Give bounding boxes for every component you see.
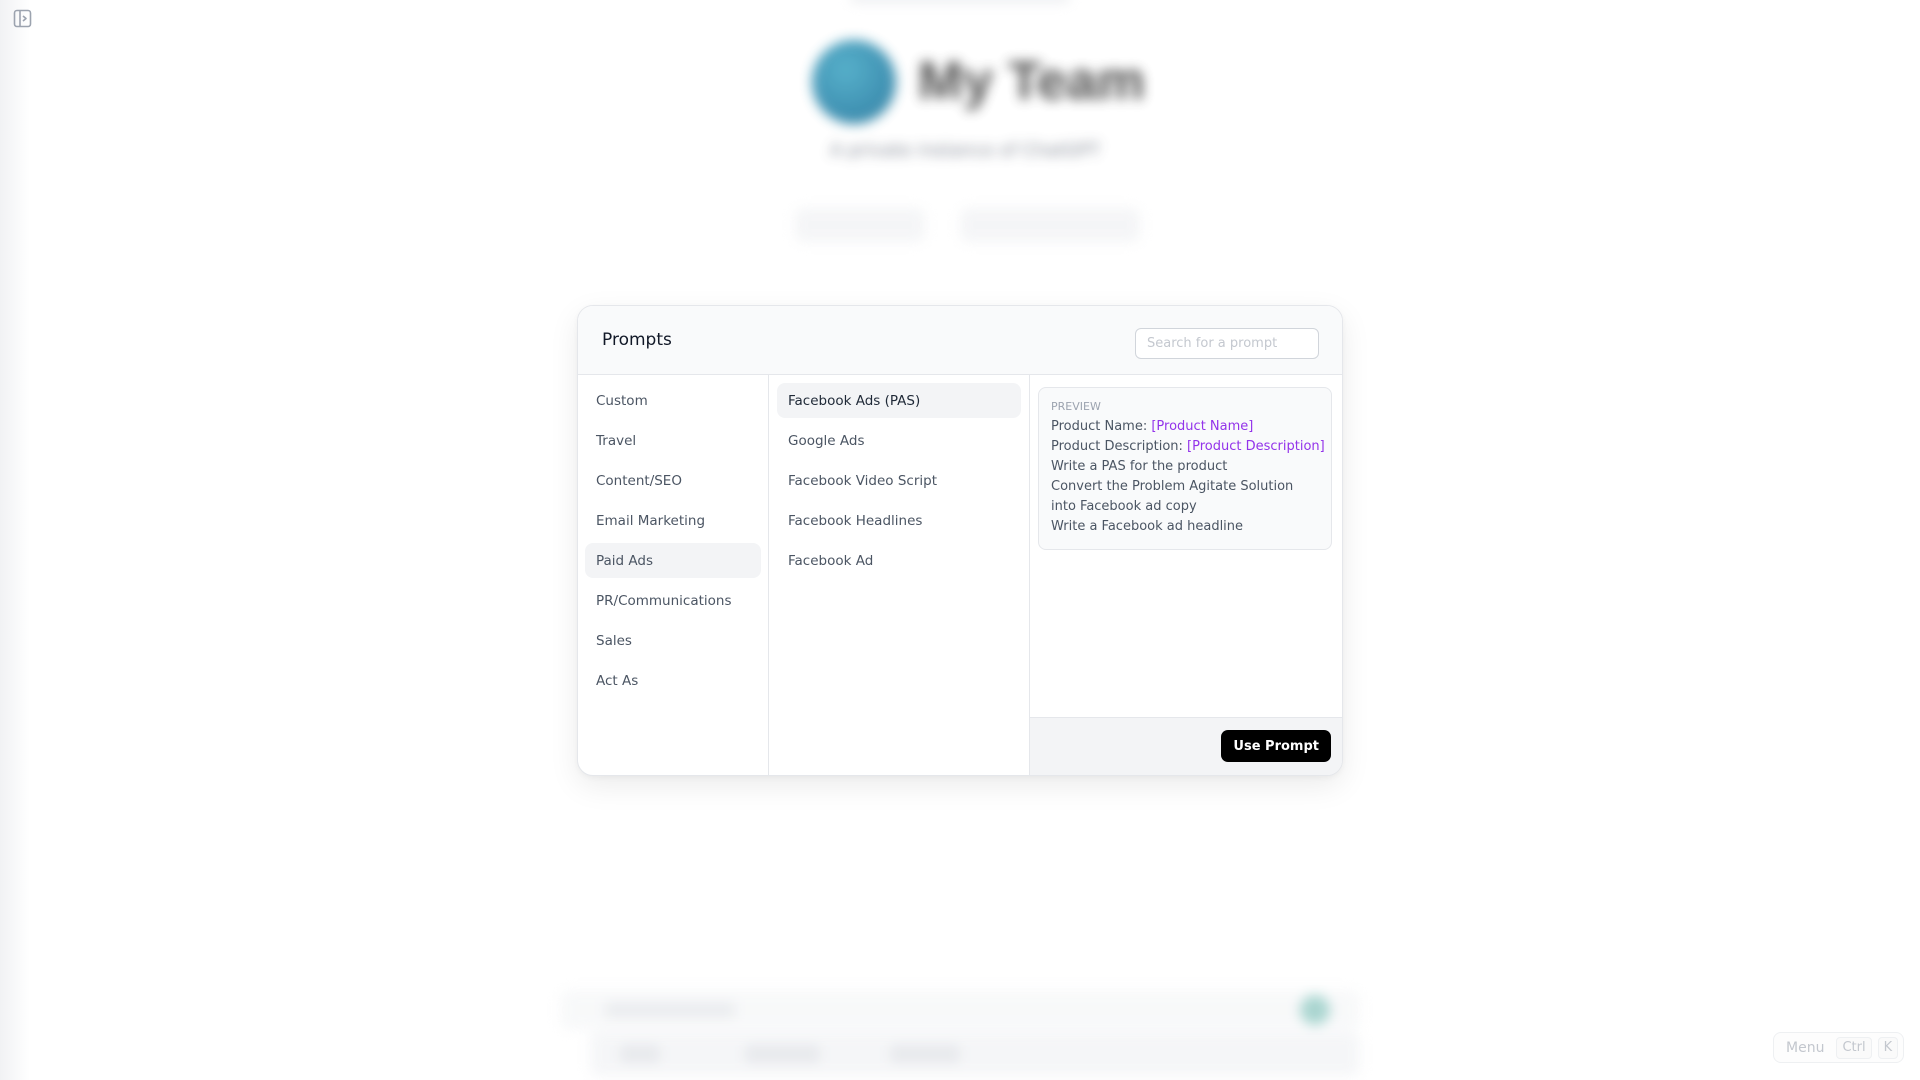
- prompt-item-google-ads[interactable]: Google Ads: [777, 423, 1021, 458]
- prompt-item-facebook-ads-pas[interactable]: Facebook Ads (PAS): [777, 383, 1021, 418]
- category-item-paid-ads[interactable]: Paid Ads: [585, 543, 761, 578]
- chat-toolbar: [590, 1032, 1360, 1076]
- preview-text: Product Name:: [1051, 419, 1152, 434]
- category-label: Act As: [596, 672, 639, 689]
- model-selector-button: [795, 208, 925, 242]
- preview-line: Product Description: [Product Descriptio…: [1051, 437, 1325, 457]
- category-label: Paid Ads: [596, 552, 654, 569]
- toolbar-chip: [620, 1045, 660, 1063]
- category-label: Content/SEO: [596, 472, 682, 489]
- category-item-pr-communications[interactable]: PR/Communications: [585, 583, 761, 618]
- team-logo: [812, 40, 896, 124]
- prompt-item-facebook-video-script[interactable]: Facebook Video Script: [777, 463, 1021, 498]
- preview-variable: [Product Name]: [1151, 419, 1254, 434]
- prompt-search-input[interactable]: [1135, 328, 1319, 359]
- prompt-label: Google Ads: [788, 432, 865, 449]
- left-edge-shade: [0, 0, 30, 1080]
- prompt-item-facebook-ad[interactable]: Facebook Ad: [777, 543, 1021, 578]
- category-list: Custom Travel Content/SEO Email Marketin…: [578, 375, 769, 775]
- category-item-travel[interactable]: Travel: [585, 423, 761, 458]
- secondary-action-button: [960, 208, 1140, 242]
- send-icon: [1300, 995, 1330, 1025]
- menu-shortcut-hint[interactable]: Menu Ctrl K: [1773, 1032, 1904, 1063]
- category-item-content-seo[interactable]: Content/SEO: [585, 463, 761, 498]
- category-item-email-marketing[interactable]: Email Marketing: [585, 503, 761, 538]
- category-label: PR/Communications: [596, 592, 732, 609]
- category-item-sales[interactable]: Sales: [585, 623, 761, 658]
- prompt-label: Facebook Headlines: [788, 512, 923, 529]
- toolbar-chip: [745, 1045, 820, 1063]
- toolbar-chip: [890, 1045, 960, 1063]
- menu-label: Menu: [1786, 1039, 1825, 1056]
- category-item-custom[interactable]: Custom: [585, 383, 761, 418]
- sidebar-toggle-button[interactable]: [12, 9, 32, 32]
- category-item-act-as[interactable]: Act As: [585, 663, 761, 698]
- use-prompt-button[interactable]: Use Prompt: [1221, 730, 1331, 762]
- chat-input-placeholder: [605, 1002, 735, 1018]
- panel-title: Prompts: [602, 330, 672, 350]
- prompts-panel: Prompts Custom Travel Content/SEO Email …: [577, 305, 1343, 776]
- kbd-ctrl: Ctrl: [1836, 1036, 1872, 1059]
- category-label: Custom: [596, 392, 648, 409]
- prompt-label: Facebook Video Script: [788, 472, 937, 489]
- preview-line: Write a PAS for the product: [1051, 459, 1228, 474]
- prompt-label: Facebook Ads (PAS): [788, 392, 921, 409]
- prompt-label: Facebook Ad: [788, 552, 874, 569]
- sidebar-expand-icon: [13, 9, 32, 32]
- preview-label: PREVIEW: [1051, 400, 1101, 413]
- preview-variable: [Product Description]: [1187, 439, 1325, 454]
- team-subtitle: A private instance of ChatGPT: [830, 140, 1101, 161]
- preview-line: Convert the Problem Agitate Solution int…: [1051, 479, 1294, 514]
- preview-line: Product Name: [Product Name]: [1051, 417, 1319, 437]
- chat-input: [560, 990, 1360, 1030]
- prompt-list: Facebook Ads (PAS) Google Ads Facebook V…: [769, 375, 1030, 775]
- kbd-k: K: [1877, 1036, 1899, 1059]
- category-label: Email Marketing: [596, 512, 706, 529]
- panel-header: Prompts: [578, 306, 1342, 375]
- preview-text: Product Description:: [1051, 439, 1188, 454]
- preview-footer: Use Prompt: [1030, 717, 1342, 775]
- preview-line: Write a Facebook ad headline: [1051, 519, 1244, 534]
- category-label: Travel: [596, 432, 637, 449]
- category-label: Sales: [596, 632, 632, 649]
- preview-box: PREVIEW Product Name: [Product Name] Pro…: [1038, 387, 1332, 550]
- top-bar: [850, 0, 1070, 2]
- prompt-item-facebook-headlines[interactable]: Facebook Headlines: [777, 503, 1021, 538]
- preview-pane: PREVIEW Product Name: [Product Name] Pro…: [1030, 375, 1342, 775]
- team-title: My Team: [918, 51, 1146, 111]
